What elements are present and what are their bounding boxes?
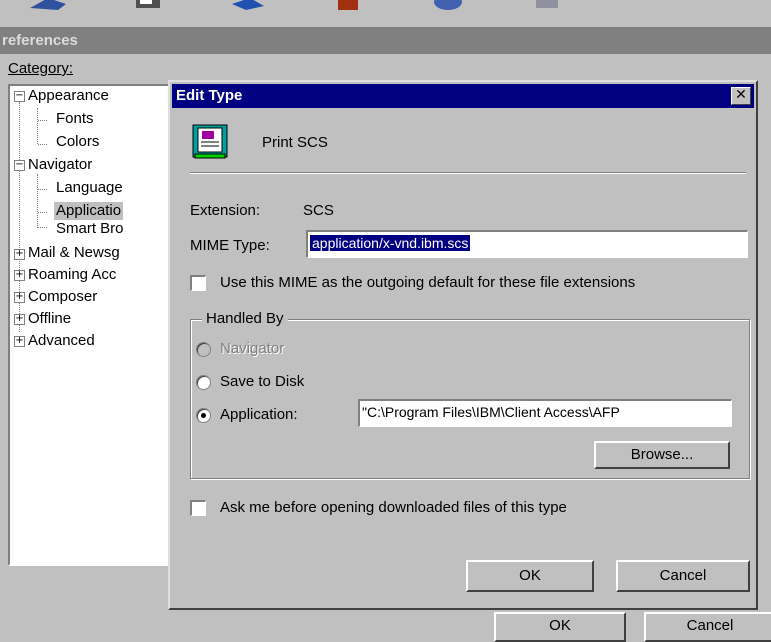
preferences-title: references xyxy=(2,32,78,49)
extension-label: Extension: xyxy=(190,202,261,219)
toolbar-strip xyxy=(0,0,771,26)
extension-value: SCS xyxy=(303,202,334,219)
tree-branch xyxy=(38,120,47,121)
save-to-disk-label: Save to Disk xyxy=(220,373,304,390)
tree-branch xyxy=(38,212,47,213)
save-to-disk-label-text: Save to Disk xyxy=(220,373,305,390)
appearance-collapse-toggle[interactable]: − xyxy=(14,91,25,102)
save-to-disk-radio[interactable] xyxy=(196,375,211,390)
ask-before-opening-label: Ask me before opening downloaded files o… xyxy=(220,499,567,516)
tree-item-fonts[interactable]: Fonts xyxy=(56,110,94,128)
application-label: Application: xyxy=(220,406,298,423)
advanced-expand-toggle[interactable]: + xyxy=(14,336,25,347)
edit-type-dialog: Edit Type ✕ Print SCS Extension: SCS MIM… xyxy=(168,80,758,610)
tree-item-roaming-access[interactable]: Roaming Acc xyxy=(28,266,116,284)
mail-expand-toggle[interactable]: + xyxy=(14,249,25,260)
tree-item-languages[interactable]: Language xyxy=(56,179,123,197)
mime-type-input[interactable]: application/x-vnd.ibm.scs xyxy=(306,230,748,258)
tree-item-offline[interactable]: Offline xyxy=(28,310,71,328)
tree-branch xyxy=(38,144,47,145)
dialog-ok-button[interactable]: OK xyxy=(466,560,594,592)
tree-item-colors[interactable]: Colors xyxy=(56,133,99,151)
category-label: Category: xyxy=(8,60,73,77)
category-tree[interactable]: − Appearance Fonts Colors − Navigator La… xyxy=(8,84,170,566)
dialog-title: Edit Type xyxy=(176,87,243,104)
toolbar-print-icon[interactable] xyxy=(128,0,168,10)
dialog-cancel-button[interactable]: Cancel xyxy=(616,560,750,592)
dialog-title-bar: Edit Type ✕ xyxy=(172,84,754,108)
outgoing-default-label: Use this MIME as the outgoing default fo… xyxy=(220,274,636,291)
handled-by-label: Handled By xyxy=(202,310,288,327)
navigator-radio-label-text: Navigator xyxy=(220,340,285,357)
tree-branch xyxy=(38,227,47,228)
navigator-radio[interactable] xyxy=(196,342,211,357)
close-icon: ✕ xyxy=(735,87,747,103)
preferences-title-bar: references xyxy=(0,27,771,54)
outgoing-default-checkbox[interactable] xyxy=(190,275,206,291)
toolbar-back-icon[interactable] xyxy=(28,0,68,10)
tree-line-appearance xyxy=(37,108,38,144)
toolbar-forward-icon[interactable] xyxy=(228,0,268,10)
browse-button-label: Browse... xyxy=(630,446,694,463)
toolbar-security-icon[interactable] xyxy=(528,0,568,10)
tree-item-applications[interactable]: Applicatio xyxy=(54,202,124,220)
mime-type-value: application/x-vnd.ibm.scs xyxy=(310,235,471,251)
composer-expand-toggle[interactable]: + xyxy=(14,292,25,303)
navigator-collapse-toggle[interactable]: − xyxy=(14,160,25,171)
tree-line-navigator xyxy=(37,174,38,228)
tree-item-advanced[interactable]: Advanced xyxy=(28,332,95,350)
file-type-name: Print SCS xyxy=(262,134,328,151)
tree-item-appearance[interactable]: Appearance xyxy=(28,87,109,105)
tree-branch xyxy=(38,189,47,190)
document-type-icon xyxy=(192,124,228,159)
tree-item-smart-browsing[interactable]: Smart Bro xyxy=(56,220,124,238)
tree-item-composer[interactable]: Composer xyxy=(28,288,97,306)
close-button[interactable]: ✕ xyxy=(731,87,751,105)
application-radio[interactable] xyxy=(196,408,211,423)
preferences-cancel-button[interactable]: Cancel xyxy=(644,612,771,642)
mime-type-label: MIME Type: xyxy=(190,237,270,254)
navigator-radio-label: Navigator xyxy=(220,340,284,357)
toolbar-home-icon[interactable] xyxy=(328,0,368,10)
ask-before-opening-checkbox[interactable] xyxy=(190,500,206,516)
dialog-separator xyxy=(190,172,746,174)
roaming-expand-toggle[interactable]: + xyxy=(14,270,25,281)
category-label-text: Category: xyxy=(8,60,74,77)
preferences-ok-button[interactable]: OK xyxy=(494,612,626,642)
toolbar-search-icon[interactable] xyxy=(428,0,468,10)
offline-expand-toggle[interactable]: + xyxy=(14,314,25,325)
browse-button[interactable]: Browse... xyxy=(594,441,730,469)
tree-item-navigator[interactable]: Navigator xyxy=(28,156,92,174)
tree-item-mail-newsgroups[interactable]: Mail & Newsg xyxy=(28,244,120,262)
mime-type-label-text: MIME Type: xyxy=(190,237,270,254)
application-label-text: Application: xyxy=(220,406,298,423)
application-path-input[interactable]: "C:\Program Files\IBM\Client Access\AFP xyxy=(358,399,732,427)
